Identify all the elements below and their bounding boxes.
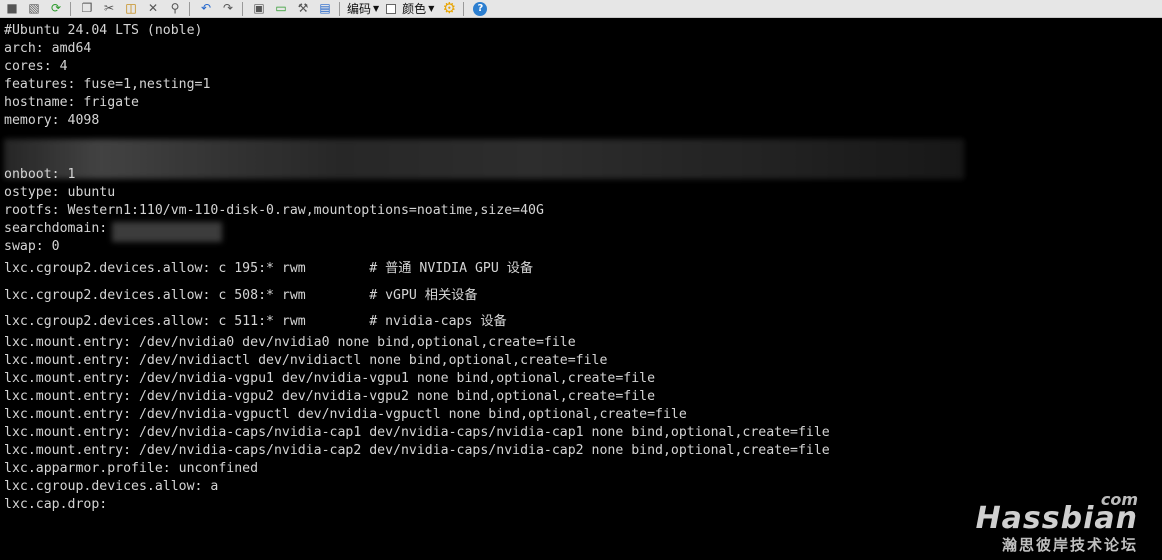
color-checkbox[interactable] xyxy=(386,3,397,14)
replace-icon[interactable]: ▭ xyxy=(273,1,289,16)
config-line: lxc.mount.entry: /dev/nvidia-caps/nvidia… xyxy=(4,425,830,440)
config-line: onboot: 1 xyxy=(4,167,76,182)
chevron-down-icon: ▼ xyxy=(373,4,380,13)
watermark-logo: com Hassbian 瀚思彼岸技术论坛 xyxy=(976,490,1138,554)
encoding-menu[interactable]: 编码 ▼ xyxy=(347,0,379,17)
toolbar-divider xyxy=(463,1,465,16)
toolbar-divider xyxy=(242,1,243,16)
redacted-region xyxy=(112,222,222,242)
cut-icon[interactable]: ✂ xyxy=(101,1,117,16)
config-line: lxc.cgroup.devices.allow: a xyxy=(4,479,219,494)
watermark-subtitle: 瀚思彼岸技术论坛 xyxy=(1001,536,1138,554)
config-line: lxc.mount.entry: /dev/nvidia-vgpu2 dev/n… xyxy=(4,389,656,404)
save-all-icon[interactable]: ▧ xyxy=(26,1,42,16)
watermark-com: com xyxy=(1100,490,1138,509)
config-line: searchdomain: xyxy=(4,221,108,236)
reload-icon[interactable]: ⟳ xyxy=(48,1,64,16)
encoding-menu-label: 编码 xyxy=(347,2,372,16)
config-line: lxc.mount.entry: /dev/nvidia-caps/nvidia… xyxy=(4,443,830,458)
paste-icon[interactable]: ◫ xyxy=(123,1,139,16)
tools-icon[interactable]: ⚒ xyxy=(295,1,311,16)
save-icon[interactable]: ■ xyxy=(4,1,20,16)
config-line: lxc.apparmor.profile: unconfined xyxy=(4,461,259,476)
config-line: features: fuse=1,nesting=1 xyxy=(4,77,211,92)
chevron-down-icon: ▼ xyxy=(428,4,435,13)
config-line: lxc.mount.entry: /dev/nvidia-vgpuctl dev… xyxy=(4,407,687,422)
select-all-icon[interactable]: ▣ xyxy=(251,1,267,16)
config-line: arch: amd64 xyxy=(4,41,92,56)
config-line: #Ubuntu 24.04 LTS (noble) xyxy=(4,23,203,38)
config-line: swap: 0 xyxy=(4,239,60,254)
config-line: lxc.cgroup2.devices.allow: c 508:* rwm #… xyxy=(4,288,478,303)
color-menu[interactable]: 颜色 ▼ xyxy=(402,0,434,17)
help-icon: ? xyxy=(473,1,488,16)
config-line: cores: 4 xyxy=(4,59,68,74)
editor-content[interactable]: #Ubuntu 24.04 LTS (noble) arch: amd64 co… xyxy=(4,22,1154,542)
config-line: lxc.mount.entry: /dev/nvidia0 dev/nvidia… xyxy=(4,335,576,350)
toolbar-divider xyxy=(70,1,71,16)
config-line: ostype: ubuntu xyxy=(4,185,116,200)
config-line: lxc.cgroup2.devices.allow: c 511:* rwm #… xyxy=(4,314,507,329)
config-line: memory: 4098 xyxy=(4,113,100,128)
help-button[interactable]: ? xyxy=(472,1,488,16)
toolbar-divider xyxy=(339,1,340,16)
config-line: hostname: frigate xyxy=(4,95,139,110)
toolbar: ■ ▧ ⟳ ❐ ✂ ◫ ✕ ⚲ ↶ ↷ ▣ ▭ ⚒ ▤ 编码 ▼ 颜色 ▼ ⚙ … xyxy=(0,0,1162,18)
redo-icon[interactable]: ↷ xyxy=(220,1,236,16)
config-line: lxc.cgroup2.devices.allow: c 195:* rwm #… xyxy=(4,261,534,276)
config-line: lxc.cap.drop: xyxy=(4,497,108,512)
toolbar-divider xyxy=(189,1,190,16)
copy-icon[interactable]: ❐ xyxy=(79,1,95,16)
redacted-region xyxy=(4,139,964,179)
color-menu-label: 颜色 xyxy=(402,2,427,16)
document-icon[interactable]: ▤ xyxy=(317,1,333,16)
delete-icon[interactable]: ✕ xyxy=(145,1,161,16)
config-line: lxc.mount.entry: /dev/nvidiactl dev/nvid… xyxy=(4,353,608,368)
config-line: rootfs: Western1:110/vm-110-disk-0.raw,m… xyxy=(4,203,544,218)
gear-icon[interactable]: ⚙ xyxy=(441,1,457,16)
config-line: lxc.mount.entry: /dev/nvidia-vgpu1 dev/n… xyxy=(4,371,656,386)
find-icon[interactable]: ⚲ xyxy=(167,1,183,16)
undo-icon[interactable]: ↶ xyxy=(198,1,214,16)
